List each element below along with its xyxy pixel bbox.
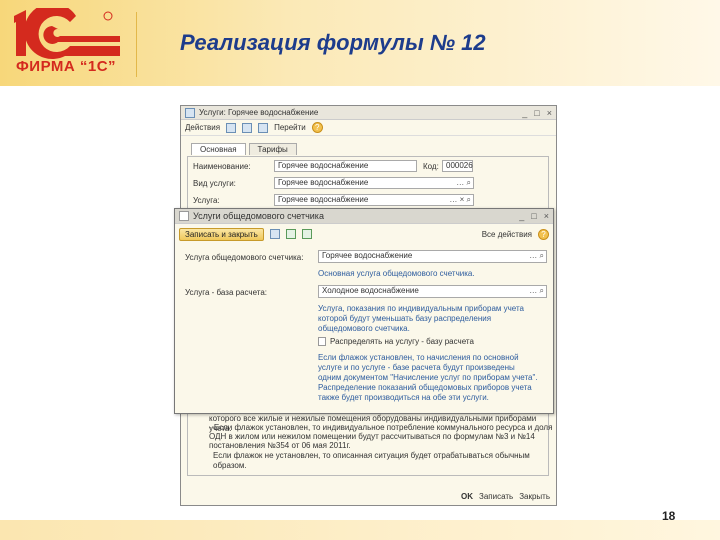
maximize-icon[interactable]: □ [534, 108, 539, 118]
note-line: постановления №354 от 06 мая 2011г. [209, 441, 351, 450]
name-field[interactable]: Горячее водоснабжение [274, 160, 417, 172]
actions-menu[interactable]: Действия [185, 123, 220, 132]
hint-line: одним документом "Начисление услуг по пр… [318, 373, 538, 382]
help-icon[interactable]: ? [538, 228, 549, 240]
base-service-value: Холодное водоснабжение [322, 286, 419, 295]
checkbox-hint: Если флажок установлен, то начисления по… [318, 353, 538, 403]
hint-line: также будет производиться на обе эти усл… [318, 393, 489, 402]
select-icon[interactable]: … ⌕ [456, 178, 471, 188]
window-title: Услуги: Горячее водоснабжение [199, 108, 319, 117]
hint-line: которой будут уменьшать базу распределен… [318, 314, 492, 323]
distribute-checkbox[interactable] [318, 337, 326, 346]
goto-menu[interactable]: Перейти [274, 123, 306, 132]
close-icon[interactable]: × [547, 108, 552, 118]
save-and-close-button[interactable]: Записать и закрыть [179, 227, 264, 241]
distribute-checkbox-label[interactable]: Распределять на услугу - базу расчета [330, 337, 474, 346]
tab-tariffs[interactable]: Тарифы [248, 143, 297, 155]
help-icon[interactable]: ? [311, 122, 323, 133]
save-icon[interactable] [269, 229, 280, 239]
base-service-hint: Услуга, показания по индивидуальным приб… [318, 304, 524, 334]
save-button[interactable]: Записать [479, 492, 513, 501]
hierarchy-icon[interactable] [226, 122, 237, 133]
meter-service-hint: Основная услуга общедомового счетчика. [318, 269, 475, 278]
hint-line: Распределение показаний общедомовых приб… [318, 383, 532, 392]
footer-band [0, 520, 720, 540]
window-titlebar: Услуги: Горячее водоснабжение _ □ × [181, 106, 556, 120]
kind-value: Горячее водоснабжение [278, 178, 369, 187]
tab-main[interactable]: Основная [191, 143, 246, 155]
name-label: Наименование: [193, 162, 251, 171]
note-line: Если флажок не установлен, то описанная … [213, 451, 530, 470]
hint-line: Услуга, показания по индивидуальным приб… [318, 304, 525, 313]
service-value: Горячее водоснабжение [278, 195, 369, 204]
dialog-icon [179, 211, 189, 221]
slide-title: Реализация формулы № 12 [180, 30, 486, 55]
page-number: 18 [662, 509, 676, 523]
meter-service-label: Услуга общедомового счетчика: [185, 253, 304, 262]
kind-field[interactable]: Горячее водоснабжение … ⌕ [274, 177, 474, 189]
window-icon [185, 107, 195, 118]
table-icon[interactable] [242, 122, 253, 133]
all-actions-menu[interactable]: Все действия [482, 230, 532, 239]
base-service-field[interactable]: Холодное водоснабжение … ⌕ [318, 285, 547, 298]
minimize-icon[interactable]: _ [522, 108, 527, 118]
structure-icon[interactable] [301, 229, 312, 239]
service-label: Услуга: [193, 196, 220, 205]
hint-line: Если флажок установлен, то начисления по… [318, 353, 519, 362]
maximize-icon[interactable]: □ [531, 211, 536, 221]
base-service-label: Услуга - база расчета: [185, 288, 268, 297]
select-icon[interactable]: … × ⌕ [449, 195, 471, 205]
hint-line: услуге и по услуге - базе расчета будут … [318, 363, 515, 372]
service-field[interactable]: Горячее водоснабжение … × ⌕ [274, 194, 474, 206]
dialog-title: Услуги общедомового счетчика [193, 211, 324, 221]
header-divider [136, 12, 137, 77]
window-toolbar: Действия Перейти ? [181, 120, 556, 136]
ok-button[interactable]: OK [461, 492, 473, 501]
logo-caption: ФИРМА “1С” [16, 58, 117, 75]
code-field[interactable]: 000026 [442, 160, 473, 172]
close-button[interactable]: Закрыть [519, 492, 550, 501]
code-label: Код: [423, 162, 439, 171]
refresh-icon[interactable] [258, 122, 269, 133]
meter-service-field[interactable]: Горячее водоснабжение … ⌕ [318, 250, 547, 263]
dialog-toolbar: Записать и закрыть Все действия ? [175, 224, 553, 244]
dialog-titlebar: Услуги общедомового счетчика _ □ × [175, 209, 553, 224]
select-icon[interactable]: … ⌕ [529, 251, 544, 261]
distribute-checkbox-row[interactable]: Распределять на услугу - базу расчета [318, 337, 474, 346]
meter-service-value: Горячее водоснабжение [322, 251, 413, 260]
minimize-icon[interactable]: _ [519, 211, 524, 221]
copy-icon[interactable] [285, 229, 296, 239]
kind-label: Вид услуги: [193, 179, 236, 188]
hint-line: общедомового счетчика. [318, 324, 410, 333]
close-icon[interactable]: × [544, 211, 549, 221]
meter-services-dialog: Услуги общедомового счетчика _ □ × Записат… [174, 208, 554, 414]
select-icon[interactable]: … ⌕ [529, 286, 544, 296]
